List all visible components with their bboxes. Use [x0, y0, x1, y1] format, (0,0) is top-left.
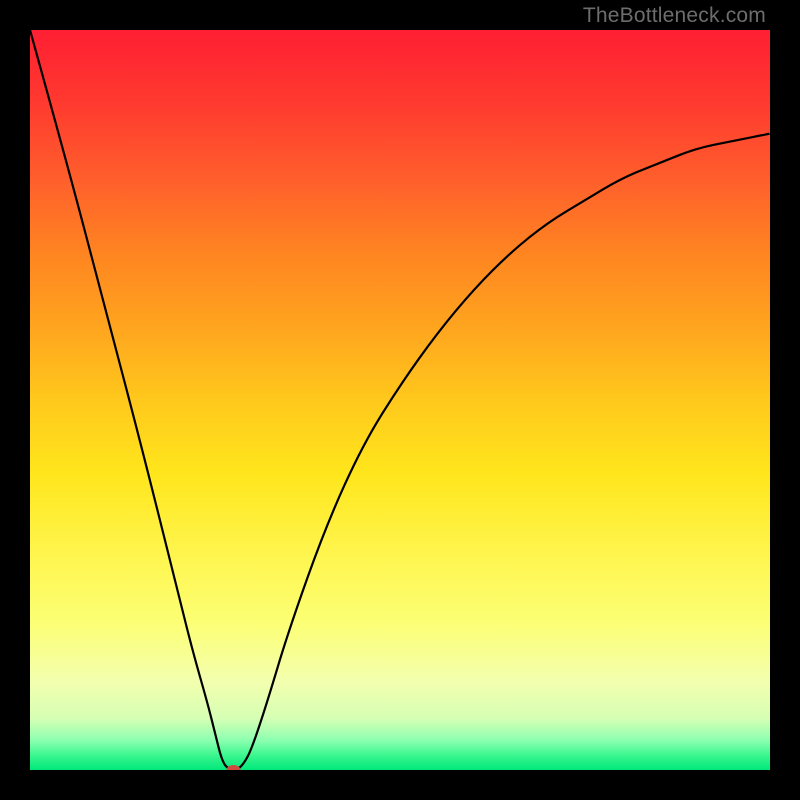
curve-path: [30, 30, 770, 770]
chart-frame: TheBottleneck.com: [0, 0, 800, 800]
minimum-marker: [227, 765, 241, 770]
bottleneck-curve: [30, 30, 770, 770]
attribution-label: TheBottleneck.com: [583, 4, 766, 28]
chart-plot-area: [30, 30, 770, 770]
